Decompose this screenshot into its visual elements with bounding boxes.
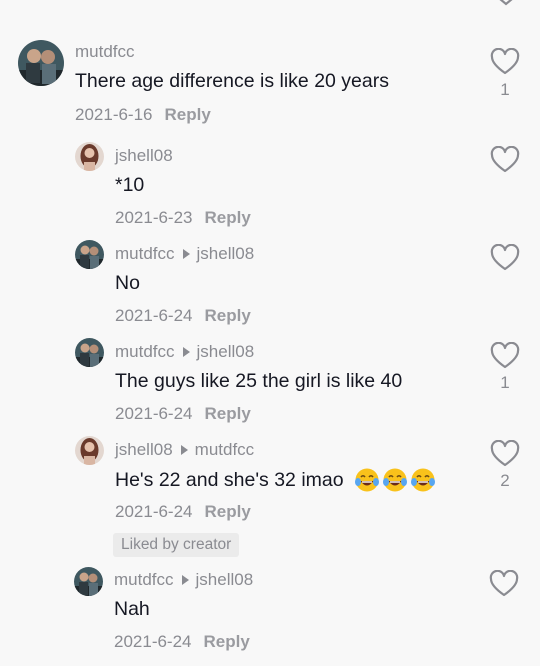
comment-text: Nah bbox=[114, 598, 150, 620]
reply-button[interactable]: Reply bbox=[205, 306, 251, 325]
comment-username[interactable]: mutdfcc jshell08 bbox=[114, 570, 253, 590]
heart-icon[interactable] bbox=[490, 342, 520, 370]
avatar-mutdfcc[interactable] bbox=[75, 240, 104, 269]
comment-username[interactable]: mutdfcc jshell08 bbox=[115, 342, 254, 362]
avatar-mutdfcc[interactable] bbox=[74, 567, 103, 596]
comment-date: 2021-6-24 bbox=[115, 306, 193, 325]
reply-button[interactable]: Reply bbox=[204, 632, 250, 651]
reply-button[interactable]: Reply bbox=[165, 105, 211, 124]
like-count: 2 bbox=[500, 471, 510, 490]
comment-text: He's 22 and she's 32 imao bbox=[115, 467, 436, 493]
comment-text: There age difference is like 20 years bbox=[75, 70, 389, 92]
tears-of-joy-emoji bbox=[354, 468, 379, 492]
comment-meta: 2021-6-24 Reply bbox=[115, 306, 251, 326]
comment-text: No bbox=[115, 272, 140, 294]
heart-icon[interactable] bbox=[490, 440, 520, 468]
comment-text: The guys like 25 the girl is like 40 bbox=[115, 370, 403, 392]
comment-meta: 2021-6-24 Reply bbox=[114, 632, 250, 652]
reply-button[interactable]: Reply bbox=[205, 404, 251, 423]
heart-icon[interactable] bbox=[490, 146, 520, 174]
like-count: 1 bbox=[500, 373, 510, 392]
triangle-right-icon bbox=[182, 249, 190, 259]
like-count: 1 bbox=[500, 80, 510, 99]
comment-username[interactable]: mutdfcc bbox=[75, 42, 135, 62]
comment-date: 2021-6-24 bbox=[115, 404, 193, 423]
reply-button[interactable]: Reply bbox=[205, 502, 251, 521]
comment-date: 2021-6-24 bbox=[114, 632, 192, 651]
comment-username[interactable]: jshell08 mutdfcc bbox=[115, 440, 254, 460]
avatar-mutdfcc[interactable] bbox=[75, 338, 104, 367]
triangle-right-icon bbox=[180, 445, 188, 455]
avatar-mutdfcc[interactable] bbox=[18, 40, 64, 86]
reply-to-username[interactable]: jshell08 bbox=[197, 244, 255, 264]
comment-username[interactable]: mutdfcc jshell08 bbox=[115, 244, 254, 264]
comment-meta: 2021-6-16 Reply bbox=[75, 105, 211, 125]
comment-date: 2021-6-16 bbox=[75, 105, 153, 124]
heart-icon[interactable] bbox=[490, 244, 520, 272]
reply-to-username[interactable]: mutdfcc bbox=[195, 440, 255, 460]
heart-icon[interactable] bbox=[490, 48, 520, 76]
comment-date: 2021-6-24 bbox=[115, 502, 193, 521]
reply-to-username[interactable]: jshell08 bbox=[196, 570, 254, 590]
comment-date: 2021-6-23 bbox=[115, 208, 193, 227]
reply-button[interactable]: Reply bbox=[205, 208, 251, 227]
liked-by-creator-badge: Liked by creator bbox=[113, 533, 240, 557]
avatar-jshell08[interactable] bbox=[75, 142, 104, 171]
tears-of-joy-emoji bbox=[382, 468, 407, 492]
comment-meta: 2021-6-24 Reply bbox=[115, 404, 251, 424]
tears-of-joy-emoji bbox=[410, 468, 435, 492]
avatar-jshell08[interactable] bbox=[75, 436, 104, 465]
comment-text: *10 bbox=[115, 174, 145, 196]
comment-meta: 2021-6-24 Reply bbox=[115, 502, 251, 522]
triangle-right-icon bbox=[181, 575, 189, 585]
comment-meta: 2021-6-23 Reply bbox=[115, 208, 251, 228]
triangle-right-icon bbox=[182, 347, 190, 357]
reply-to-username[interactable]: jshell08 bbox=[197, 342, 255, 362]
comment-username[interactable]: jshell08 bbox=[115, 146, 173, 166]
tears-of-joy-emoji-group bbox=[352, 467, 436, 493]
heart-icon[interactable] bbox=[489, 570, 519, 598]
heart-icon-partial[interactable] bbox=[490, 0, 522, 6]
